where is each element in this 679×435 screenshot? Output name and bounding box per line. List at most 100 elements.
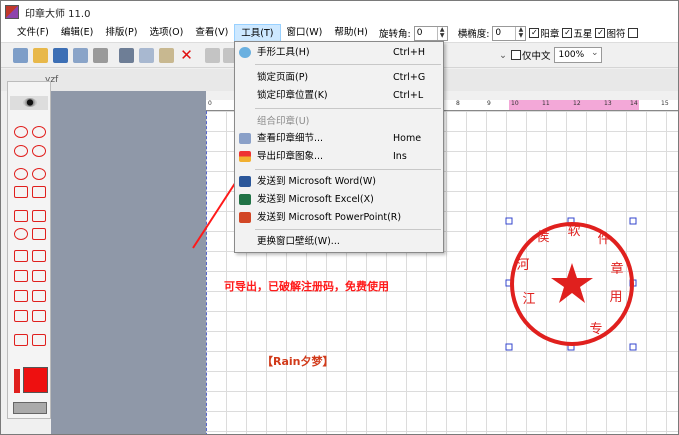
menu-item-hand-tool[interactable]: 手形工具(H) Ctrl+H	[235, 44, 443, 61]
ruler-tick: 0	[208, 100, 212, 107]
app-window: 印章大师 11.0 文件(F) 编辑(E) 排版(P) 选项(O) 查看(V) …	[0, 0, 679, 435]
checkbox-checked-icon[interactable]: ✓	[529, 28, 540, 38]
seal-character: 用	[609, 290, 622, 305]
menu-file[interactable]: 文件(F)	[11, 24, 55, 42]
shape-palette	[7, 81, 51, 419]
checkbox-star[interactable]: ✓ 五星	[562, 26, 592, 40]
copy-icon[interactable]	[139, 48, 154, 63]
wide-rect-alt-icon[interactable]	[32, 334, 46, 346]
two-column-alt-icon[interactable]	[32, 270, 46, 282]
open-folder-icon[interactable]	[33, 48, 48, 63]
color-bar[interactable]	[14, 369, 20, 393]
menu-edit[interactable]: 编辑(E)	[55, 24, 99, 42]
double-ring-alt-icon[interactable]	[32, 168, 46, 180]
ellipse-spinner[interactable]: 0 ▲ ▼	[492, 25, 527, 41]
square-frame-alt-icon[interactable]	[32, 210, 46, 222]
print-preview-icon[interactable]	[73, 48, 88, 63]
menu-separator	[255, 108, 441, 109]
seal-character: 件	[597, 232, 610, 247]
window-title: 印章大师 11.0	[25, 8, 91, 20]
star-icon	[551, 263, 593, 303]
ruler-tick: 11	[542, 100, 550, 107]
menu-item-send-powerpoint[interactable]: 发送到 Microsoft PowerPoint(R)	[235, 209, 443, 226]
ruler-tick: 15	[661, 100, 669, 107]
checkbox-checked-icon[interactable]: ✓	[562, 28, 573, 38]
seal-character: 软	[567, 224, 580, 239]
menu-separator	[255, 169, 441, 170]
bar-seal-icon[interactable]	[32, 290, 46, 302]
menu-options[interactable]: 选项(O)	[143, 24, 189, 42]
delete-icon[interactable]: ✕	[179, 48, 194, 63]
menu-item-send-word[interactable]: 发送到 Microsoft Word(W)	[235, 173, 443, 190]
menu-item-lock-page[interactable]: 锁定页面(P) Ctrl+G	[235, 69, 443, 86]
oval-seal-icon[interactable]	[14, 145, 28, 157]
page-margin-line	[206, 111, 207, 434]
square-grid-icon[interactable]	[14, 186, 28, 198]
menu-item-view-details[interactable]: 查看印章细节... Home	[235, 130, 443, 147]
stack-icon[interactable]	[14, 310, 28, 322]
rotation-spinner[interactable]: 0 ▲ ▼	[413, 25, 448, 41]
bar-seal-alt-icon[interactable]	[32, 310, 46, 322]
three-row-icon[interactable]	[14, 290, 28, 302]
menu-view[interactable]: 查看(V)	[189, 24, 234, 42]
spinner-arrows-icon[interactable]: ▲ ▼	[515, 26, 525, 40]
four-grid-icon[interactable]	[14, 250, 28, 262]
ruler-tick: 9	[487, 100, 491, 107]
checkbox-only-chinese[interactable]: 仅中文	[510, 48, 551, 62]
word-icon	[239, 176, 251, 187]
seal-character: 专	[589, 322, 602, 337]
export-icon	[239, 151, 251, 162]
triangle-icon[interactable]	[32, 228, 46, 240]
ruler-tick: 12	[573, 100, 581, 107]
cut-icon[interactable]	[119, 48, 134, 63]
menu-help[interactable]: 帮助(H)	[328, 24, 374, 42]
menu-item-send-excel[interactable]: 发送到 Microsoft Excel(X)	[235, 191, 443, 208]
menu-item-lock-seal[interactable]: 锁定印章位置(K) Ctrl+L	[235, 87, 443, 104]
font-dropdown-arrow-icon[interactable]: ⌄	[499, 50, 507, 61]
round-seal-alt-icon[interactable]	[32, 126, 46, 138]
save-icon[interactable]	[53, 48, 68, 63]
preview-eye-icon[interactable]	[10, 96, 48, 110]
hand-icon	[239, 47, 251, 58]
checkbox-positive-seal[interactable]: ✓ 阳章	[529, 26, 559, 40]
rotation-label: 旋转角:	[379, 29, 411, 40]
checkbox-unchecked-icon[interactable]	[510, 50, 521, 60]
grid-icon[interactable]	[205, 48, 220, 63]
two-column-icon[interactable]	[32, 250, 46, 262]
checkbox-unchecked-icon[interactable]	[628, 28, 639, 38]
print-icon[interactable]	[93, 48, 108, 63]
spinner-arrows-icon[interactable]: ▲ ▼	[436, 26, 447, 40]
double-ring-icon[interactable]	[14, 168, 28, 180]
menu-window[interactable]: 窗口(W)	[281, 24, 329, 42]
ruler-tick: 8	[456, 100, 460, 107]
rect-seal-icon[interactable]	[32, 186, 46, 198]
tools-icon[interactable]	[13, 402, 47, 414]
menu-separator	[255, 64, 441, 65]
workspace-background	[51, 91, 206, 434]
seal-character: 河	[516, 258, 529, 273]
ellipse-value[interactable]: 0	[493, 28, 515, 38]
rotation-value[interactable]: 0	[415, 28, 437, 38]
menu-layout[interactable]: 排版(P)	[99, 24, 143, 42]
wide-rect-icon[interactable]	[14, 334, 28, 346]
checkbox-label: 仅中文	[521, 51, 551, 62]
four-grid-alt-icon[interactable]	[14, 270, 28, 282]
ellipse-label: 横椭度:	[457, 29, 490, 40]
menu-tools[interactable]: 工具(T)	[234, 23, 281, 42]
checkbox-label: 图符	[606, 29, 626, 40]
color-swatch[interactable]	[23, 367, 48, 393]
checkbox-checked-icon[interactable]: ✓	[595, 28, 606, 38]
menu-item-export-image[interactable]: 导出印章图象... Ins	[235, 148, 443, 165]
seal-graphic[interactable]: 专 用章件 软 侯河江	[501, 213, 641, 353]
ruler-tick: 13	[604, 100, 612, 107]
paste-icon[interactable]	[159, 48, 174, 63]
round-seal-icon[interactable]	[14, 126, 28, 138]
seal-character: 江	[522, 292, 535, 307]
oval-seal-alt-icon[interactable]	[32, 145, 46, 157]
square-frame-icon[interactable]	[14, 210, 28, 222]
zoom-select[interactable]: 100%	[554, 46, 603, 63]
new-file-icon[interactable]	[13, 48, 28, 63]
eye-shape-icon[interactable]	[14, 228, 28, 240]
checkbox-symbol[interactable]: ✓ 图符	[595, 26, 625, 40]
menu-item-change-wallpaper[interactable]: 更换窗口壁纸(W)...	[235, 233, 443, 250]
